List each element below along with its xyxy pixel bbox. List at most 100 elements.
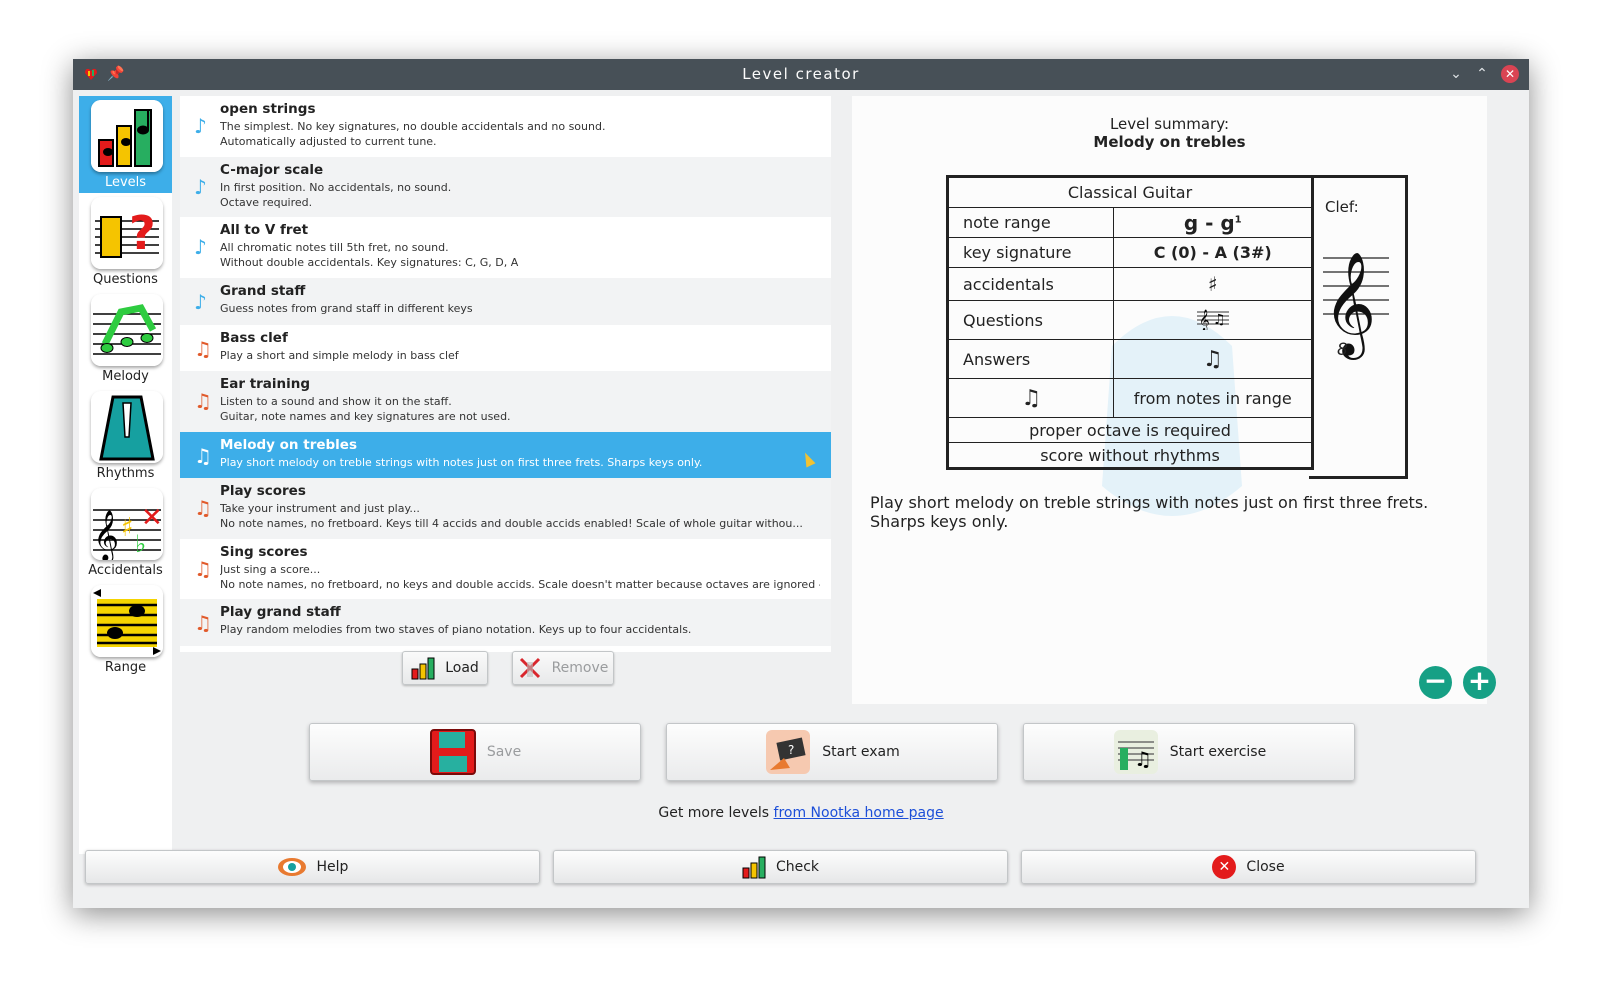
sidebar-item-rhythms[interactable]: Rhythms: [79, 387, 172, 484]
level-creator-window: 📌 Level creator ⌄ ⌃ ✕ Levels ? Questions…: [73, 59, 1529, 908]
accidentals-label: accidentals: [946, 267, 1115, 301]
svg-text:?: ?: [129, 206, 156, 260]
level-name: Bass clef: [220, 330, 288, 346]
level-row[interactable]: ♫ Play grand staff Play random melodies …: [180, 599, 831, 646]
level-description: Play random melodies from two staves of …: [220, 623, 692, 636]
note-icon: ♫: [194, 496, 212, 520]
load-button[interactable]: Load: [402, 651, 488, 685]
note-icon: ♪: [194, 290, 207, 314]
sidebar-label-melody: Melody: [102, 369, 149, 384]
answers-label: Answers: [946, 339, 1115, 379]
start-exercise-button[interactable]: ♫ Start exercise: [1023, 723, 1355, 781]
check-button[interactable]: Check: [553, 850, 1008, 884]
exercise-icon: ♫: [1112, 728, 1160, 776]
close-window-icon[interactable]: ✕: [1501, 65, 1519, 83]
exam-icon: ?: [764, 728, 812, 776]
score-question-icon: 𝄞 ♫: [1196, 310, 1229, 331]
sidebar-item-melody[interactable]: Melody: [79, 290, 172, 387]
sidebar-item-range[interactable]: Range: [79, 581, 172, 678]
remove-level-icon: [518, 656, 542, 680]
level-name: open strings: [220, 101, 316, 117]
svg-text:𝄞: 𝄞: [93, 510, 119, 560]
level-row[interactable]: ♫ Play scores Take your instrument and j…: [180, 478, 831, 539]
sidebar-label-levels: Levels: [104, 175, 147, 190]
questions-label: Questions: [946, 300, 1115, 340]
level-description: In first position. No accidentals, no so…: [220, 181, 452, 209]
level-row[interactable]: ♫ Ear training Listen to a sound and sho…: [180, 371, 831, 432]
nootka-home-link[interactable]: from Nootka home page: [774, 805, 944, 821]
window-title: Level creator: [742, 65, 860, 83]
range-icon: [91, 585, 163, 657]
level-name: Play grand staff: [220, 604, 341, 620]
level-name: All to V fret: [220, 222, 309, 238]
save-button[interactable]: Save: [309, 723, 641, 781]
svg-text:♭: ♭: [135, 530, 146, 558]
maximize-icon[interactable]: ⌃: [1475, 65, 1489, 83]
svg-text:♯: ♯: [121, 513, 134, 543]
note-icon: ♫: [194, 337, 212, 361]
minimize-icon[interactable]: ⌄: [1449, 65, 1463, 83]
sidebar-label-range: Range: [104, 660, 147, 675]
sidebar: Levels ? Questions Melody Rhythms 𝄞 ♯ ✕ …: [79, 96, 172, 854]
melody-value: from notes in range: [1113, 378, 1313, 418]
key-signature-label: key signature: [946, 237, 1115, 268]
levels-list: ♪ open strings The simplest. No key sign…: [180, 96, 831, 652]
level-row[interactable]: ♪ Grand staff Guess notes from grand sta…: [180, 278, 831, 325]
rhythms-setting: score without rhythms: [947, 442, 1313, 469]
title-bar: 📌 Level creator ⌄ ⌃ ✕: [73, 59, 1529, 90]
level-description: Just sing a score... No note names, no fr…: [220, 563, 820, 591]
help-button[interactable]: Help: [85, 850, 540, 884]
level-row[interactable]: ♫ Sing scores Just sing a score... No not…: [180, 539, 831, 599]
accidentals-icon: 𝄞 ♯ ✕ ♭: [91, 488, 163, 560]
clef-cell: Clef: 𝄞 8: [1309, 175, 1408, 479]
level-description: The simplest. No key signatures, no doub…: [220, 120, 606, 148]
questions-value: 𝄞 ♫: [1113, 300, 1313, 340]
levels-icon: [91, 100, 163, 172]
level-name: C-major scale: [220, 162, 324, 178]
summary-table: Classical Guitar note range g - g1 key s…: [946, 175, 1314, 470]
svg-text:?: ?: [788, 743, 794, 757]
level-description: Play a short and simple melody in bass c…: [220, 349, 459, 362]
level-row[interactable]: ♪ open strings The simplest. No key sign…: [180, 96, 831, 157]
level-summary-panel: Level summary: Melody on trebles Classic…: [852, 96, 1496, 704]
level-row[interactable]: ♪ All to V fret All chromatic notes till…: [180, 217, 831, 278]
level-name: Melody on trebles: [220, 437, 357, 453]
summary-heading: Level summary: Melody on trebles: [1093, 115, 1246, 151]
melody-icon-cell: ♫: [946, 378, 1115, 418]
zoom-in-button[interactable]: +: [1463, 666, 1496, 699]
level-row[interactable]: ♫ Bass clef Play a short and simple melo…: [180, 325, 831, 371]
svg-text:♫: ♫: [1134, 747, 1152, 771]
level-row-selected[interactable]: ♫ Melody on trebles Play short melody on…: [180, 432, 831, 478]
melody-icon: [91, 294, 163, 366]
summary-description: Play short melody on treble strings with…: [870, 493, 1429, 531]
sidebar-item-accidentals[interactable]: 𝄞 ♯ ✕ ♭ Accidentals: [79, 484, 172, 581]
level-name: Ear training: [220, 376, 311, 392]
level-name: Sing scores: [220, 544, 308, 560]
more-levels-text: Get more levels from Nootka home page: [658, 805, 944, 821]
sidebar-label-rhythms: Rhythms: [96, 466, 155, 481]
sidebar-label-questions: Questions: [93, 272, 158, 287]
treble-clef-icon: 𝄞: [1323, 251, 1389, 360]
load-level-icon: [411, 656, 435, 680]
accidentals-value: ♯: [1113, 267, 1313, 301]
zoom-out-button[interactable]: −: [1419, 666, 1452, 699]
key-signature-value: C (0) - A (3#): [1113, 237, 1313, 268]
level-row[interactable]: ♪ C-major scale In first position. No ac…: [180, 157, 831, 217]
start-exam-button[interactable]: ? Start exam: [666, 723, 998, 781]
sidebar-label-accidentals: Accidentals: [88, 563, 163, 578]
help-icon: [277, 855, 307, 879]
level-description: All chromatic notes till 5th fret, no so…: [220, 241, 519, 269]
level-description: Play short melody on treble strings with…: [220, 456, 703, 469]
close-button[interactable]: ✕ Close: [1021, 850, 1476, 884]
clef-octave-mark: 8: [1337, 340, 1348, 360]
octave-requirement: proper octave is required: [947, 417, 1313, 443]
svg-text:✕: ✕: [141, 503, 163, 533]
questions-icon: ?: [91, 197, 163, 269]
sidebar-item-levels[interactable]: Levels: [79, 96, 172, 193]
note-icon: ♪: [194, 235, 207, 259]
note-icon: ♫: [194, 444, 212, 468]
check-icon: [742, 855, 766, 879]
sidebar-item-questions[interactable]: ? Questions: [79, 193, 172, 290]
note-icon: ♫: [194, 389, 212, 413]
remove-button[interactable]: Remove: [512, 651, 614, 685]
